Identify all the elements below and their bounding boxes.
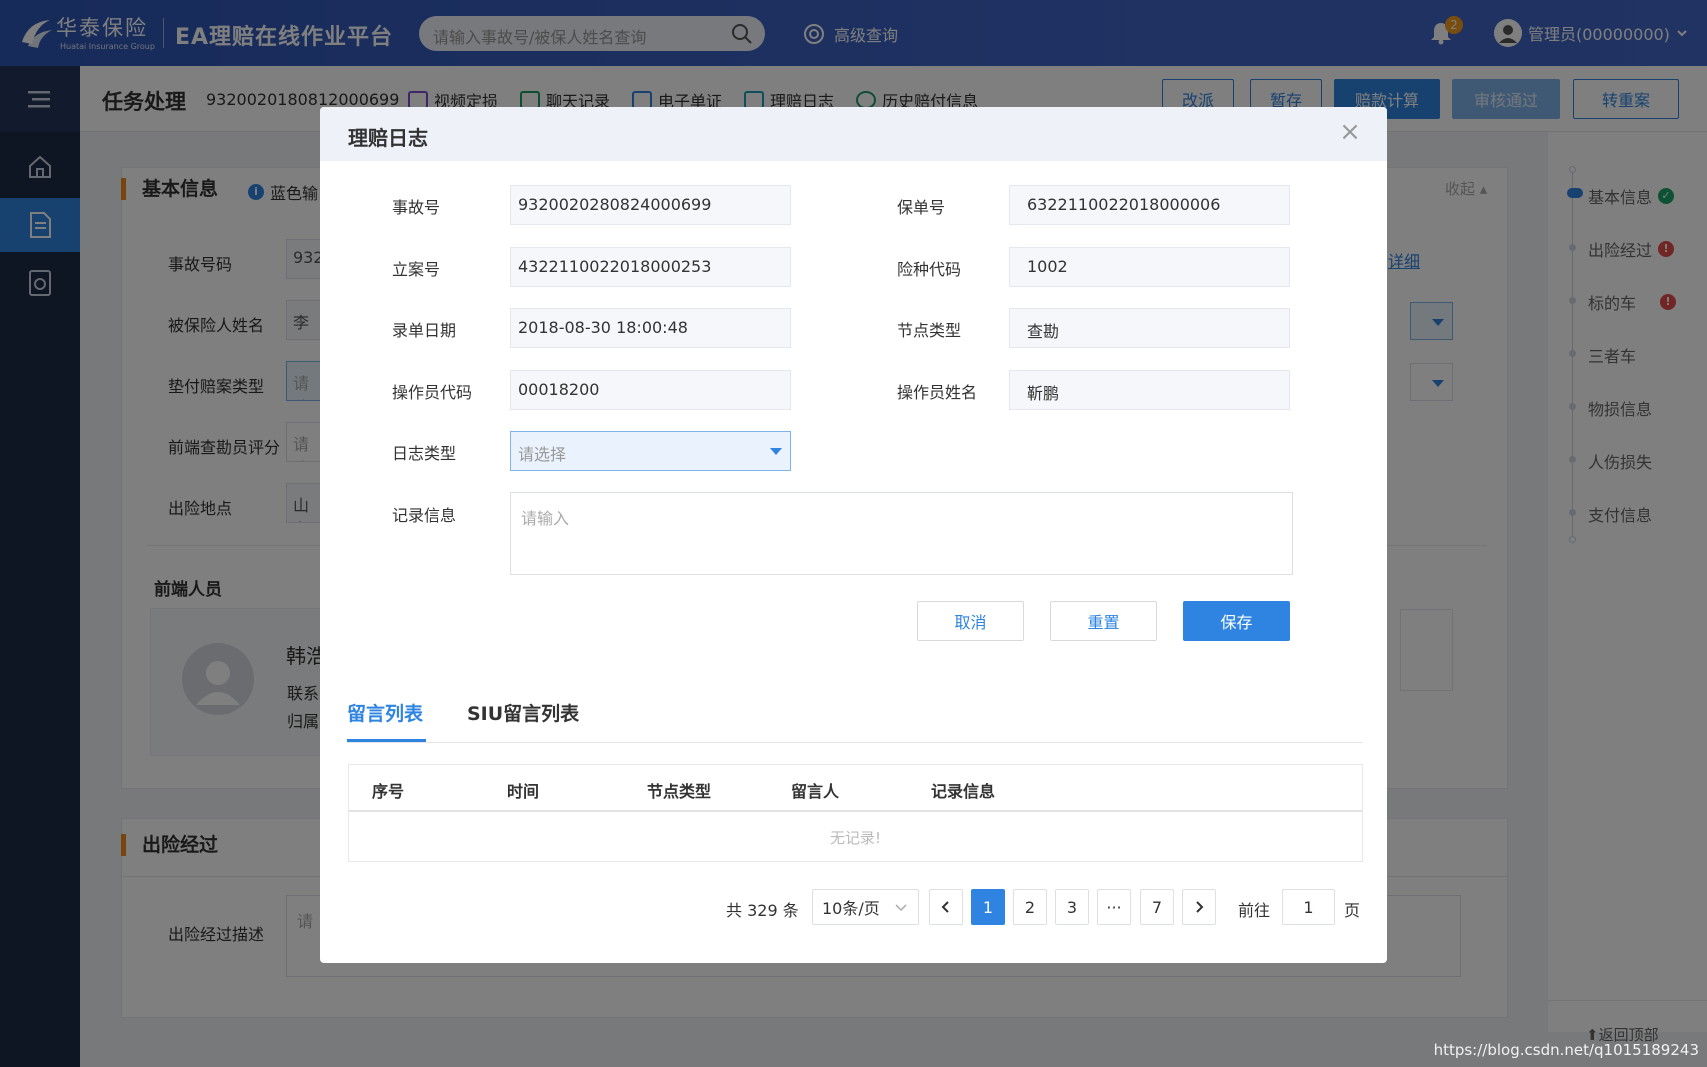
save-button[interactable]: 保存 bbox=[1183, 601, 1290, 641]
page-button-3[interactable]: 3 bbox=[1055, 889, 1089, 925]
label-policy-no: 保单号 bbox=[897, 198, 946, 217]
log-type-placeholder: 请选择 bbox=[518, 445, 567, 464]
record-info-textarea[interactable]: 请输入 bbox=[510, 492, 1293, 575]
goto-label: 前往 bbox=[1238, 901, 1271, 920]
prev-page-button[interactable] bbox=[929, 889, 963, 925]
chevron-right-icon bbox=[1196, 901, 1204, 913]
risk-code-field[interactable]: 1002 bbox=[1009, 247, 1290, 287]
watermark: https://blog.csdn.net/q1015189243 bbox=[1433, 1041, 1699, 1059]
active-tab-indicator bbox=[347, 739, 426, 742]
reset-button[interactable]: 重置 bbox=[1050, 601, 1157, 641]
tab-siu-messages[interactable]: SIU留言列表 bbox=[467, 699, 579, 726]
label-record-info: 记录信息 bbox=[392, 506, 457, 525]
empty-text: 无记录! bbox=[829, 829, 881, 847]
operator-code-field[interactable]: 00018200 bbox=[510, 370, 791, 410]
chevron-left-icon bbox=[941, 901, 949, 913]
page-suffix: 页 bbox=[1344, 901, 1361, 920]
next-page-button[interactable] bbox=[1182, 889, 1216, 925]
page-button-7[interactable]: 7 bbox=[1140, 889, 1174, 925]
node-type-field[interactable]: 查勘 bbox=[1009, 308, 1290, 348]
label-operator-code: 操作员代码 bbox=[392, 383, 473, 402]
page-ellipsis[interactable]: ··· bbox=[1097, 889, 1131, 925]
col-author: 留言人 bbox=[791, 782, 840, 801]
col-node-type: 节点类型 bbox=[647, 782, 712, 801]
label-operator-name: 操作员姓名 bbox=[897, 383, 978, 402]
label-filing-no: 立案号 bbox=[392, 260, 441, 279]
operator-name-field[interactable]: 靳鹏 bbox=[1009, 370, 1290, 410]
entry-date-field[interactable]: 2018-08-30 18:00:48 bbox=[510, 308, 791, 348]
message-tabs: 留言列表 SIU留言列表 bbox=[347, 687, 1363, 743]
label-risk-code: 险种代码 bbox=[897, 260, 962, 279]
chevron-down-icon bbox=[895, 904, 907, 912]
dialog-header: 理赔日志 × bbox=[320, 107, 1387, 161]
label-log-type: 日志类型 bbox=[392, 444, 457, 463]
caret-down-icon bbox=[770, 448, 782, 455]
log-type-select[interactable]: 请选择 bbox=[510, 431, 791, 471]
col-time: 时间 bbox=[507, 782, 540, 801]
page-size-select[interactable]: 10条/页 bbox=[812, 889, 919, 925]
page-button-2[interactable]: 2 bbox=[1013, 889, 1047, 925]
filing-no-field[interactable]: 4322110022018000253 bbox=[510, 247, 791, 287]
label-accident-no: 事故号 bbox=[392, 198, 441, 217]
label-node-type: 节点类型 bbox=[897, 321, 962, 340]
tab-messages[interactable]: 留言列表 bbox=[347, 699, 423, 726]
goto-page-input[interactable]: 1 bbox=[1282, 889, 1335, 925]
total-count: 共 329 条 bbox=[726, 901, 799, 920]
dialog-title: 理赔日志 bbox=[348, 126, 428, 150]
label-entry-date: 录单日期 bbox=[392, 321, 457, 340]
table-header: 序号 时间 节点类型 留言人 记录信息 bbox=[349, 765, 1362, 812]
message-table: 序号 时间 节点类型 留言人 记录信息 无记录! bbox=[348, 764, 1363, 862]
policy-no-field[interactable]: 6322110022018000006 bbox=[1009, 185, 1290, 225]
claim-log-dialog: 理赔日志 × 事故号 9320020280824000699 保单号 63221… bbox=[320, 107, 1387, 963]
col-index: 序号 bbox=[372, 782, 405, 801]
col-record: 记录信息 bbox=[931, 782, 996, 801]
page-button-1[interactable]: 1 bbox=[971, 889, 1005, 925]
accident-no-field[interactable]: 9320020280824000699 bbox=[510, 185, 791, 225]
cancel-button[interactable]: 取消 bbox=[917, 601, 1024, 641]
close-icon[interactable]: × bbox=[1339, 119, 1361, 145]
pagination: 共 329 条 10条/页 1 2 3 ··· 7 前往 1 页 bbox=[320, 889, 1387, 925]
